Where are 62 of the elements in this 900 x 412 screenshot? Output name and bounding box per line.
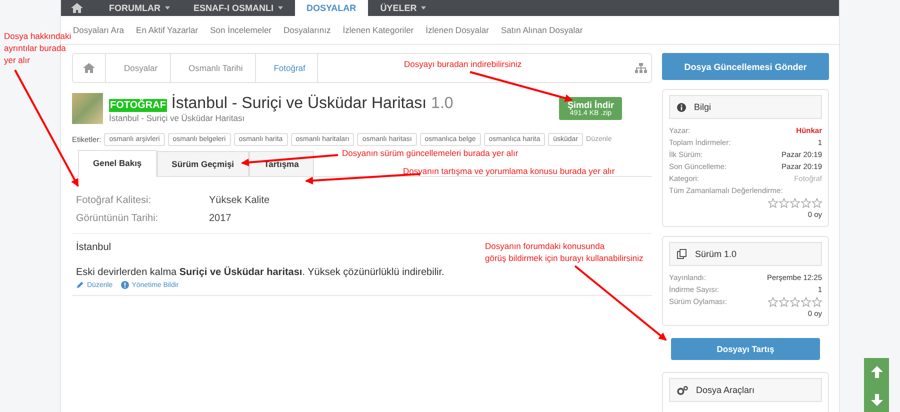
field-label: Fotoğraf Kalitesi: — [76, 194, 152, 206]
submit-update-button[interactable]: Dosya Güncellemesi Gönder — [662, 53, 829, 80]
annotation-text: ayrıntılar burada — [4, 42, 66, 54]
home-icon[interactable] — [71, 3, 83, 13]
panel-title: Sürüm 1.0 — [695, 249, 737, 259]
tab[interactable]: Tartışma — [249, 151, 314, 176]
pencil-icon — [76, 281, 84, 289]
caret-icon — [164, 6, 170, 10]
field-value: Yüksek Kalite — [209, 194, 270, 206]
star-icon[interactable] — [779, 198, 789, 208]
breadcrumb-link[interactable]: Fotoğraf — [256, 54, 318, 82]
category-label: FOTOĞRAF — [109, 98, 167, 112]
star-icon[interactable] — [801, 297, 811, 307]
star-icon[interactable] — [801, 198, 811, 208]
nav-tab[interactable]: DOSYALAR — [294, 0, 368, 16]
resource-title: FOTOĞRAF İstanbul - Suriçi ve Üsküdar Haritası 1.0 — [109, 94, 454, 112]
info-icon — [120, 281, 129, 289]
star-icon[interactable] — [812, 297, 822, 307]
home-icon[interactable] — [83, 63, 95, 73]
star-icon[interactable] — [768, 297, 778, 307]
field-value: 2017 — [209, 212, 232, 224]
breadcrumb-link[interactable]: Osmanlı Tarihi — [170, 54, 256, 82]
map-thumbnail — [72, 93, 103, 124]
annotation-text: Dosya hakkındaki — [4, 30, 72, 42]
down-arrow-icon[interactable] — [870, 393, 884, 407]
breadcrumb-link[interactable]: Dosyalar — [106, 54, 171, 82]
info-icon — [677, 102, 686, 112]
star-icon[interactable] — [779, 297, 789, 307]
sub-nav-link[interactable]: Dosyaları Ara — [73, 25, 124, 35]
nav-tab[interactable]: ÜYELER — [368, 0, 438, 16]
nav-tab[interactable]: FORUMLAR — [97, 0, 182, 16]
caret-icon — [278, 6, 282, 10]
sub-nav-link[interactable]: Son İncelemeler — [210, 25, 272, 35]
annotation-text: Dosyayı buradan indirebilirsiniz — [404, 58, 522, 70]
sitemap-icon[interactable] — [635, 63, 647, 73]
sub-nav-link[interactable]: Satın Alınan Dosyalar — [500, 25, 583, 35]
description-text: Eski devirlerden kalma Suriçi ve Üsküdar haritası. Yüksek çözünürlüklü indirebilir. — [76, 267, 446, 278]
sub-nav-link[interactable]: Dosyalarınız — [284, 25, 331, 35]
discuss-button[interactable]: Dosyayı Tartış — [671, 338, 820, 360]
sub-nav-link[interactable]: En Aktif Yazarlar — [136, 25, 198, 35]
caret-icon — [420, 6, 426, 10]
copy-icon — [677, 249, 687, 259]
sub-nav-link[interactable]: İzlenen Dosyalar — [426, 25, 489, 35]
field-label: Görüntünün Tarihi: — [76, 212, 160, 224]
panel-title: Bilgi — [694, 102, 712, 112]
annotation-text: Dosyanın sürüm güncellemeleri burada yer alır — [342, 147, 518, 159]
annotation-text: görüş bildirmek için burayı kullanabilirsiniz — [485, 252, 644, 264]
star-icon[interactable] — [790, 297, 800, 307]
tab[interactable]: Genel Bakış — [78, 150, 157, 177]
star-icon[interactable] — [768, 198, 778, 208]
description-heading: İstanbul — [76, 242, 112, 253]
panel-title: Dosya Araçları — [696, 385, 755, 395]
tab[interactable]: Sürüm Geçmişi — [156, 151, 250, 176]
annotation-text: Dosyanın forumdaki konusunda — [485, 240, 605, 252]
resource-subtitle: İstanbul - Suriçi ve Üsküdar Haritası — [109, 112, 246, 122]
annotation-text: Dosyanın tartışma ve yorumlama konusu burada yer alır — [403, 165, 615, 177]
star-icon[interactable] — [790, 198, 800, 208]
star-icon[interactable] — [812, 198, 822, 208]
nav-tab[interactable]: ESNAF-I OSMANLI — [182, 0, 294, 16]
annotation-text: yer alır — [4, 54, 30, 66]
sub-nav-link[interactable]: İzlenen Kategoriler — [342, 25, 414, 35]
up-arrow-icon[interactable] — [870, 365, 884, 379]
